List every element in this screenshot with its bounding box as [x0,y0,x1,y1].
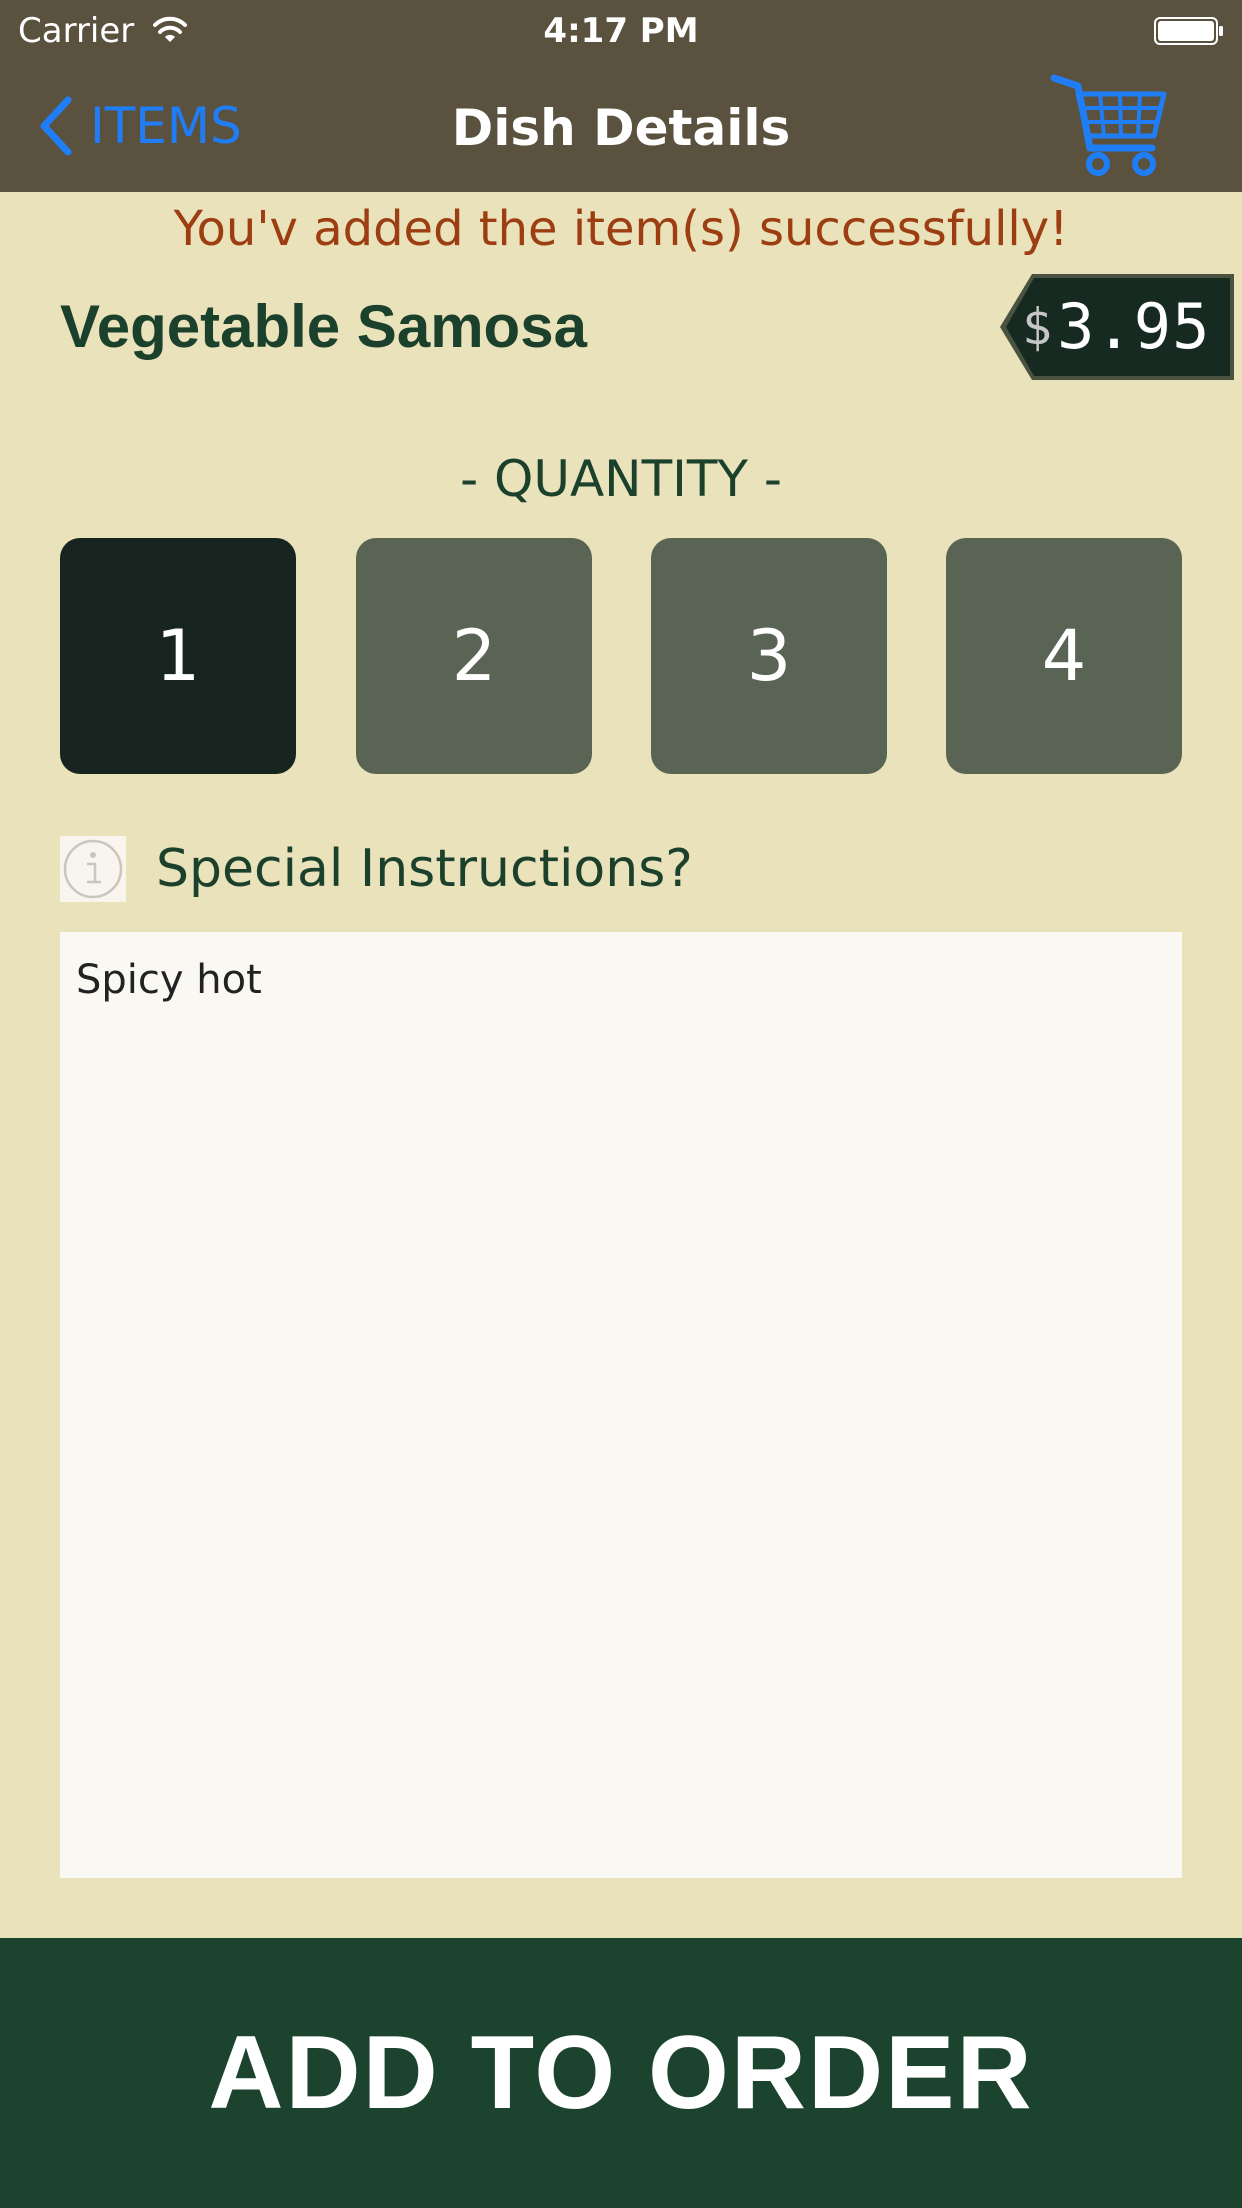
status-bar: Carrier 4:17 PM [0,0,1242,62]
battery-icon [1154,17,1223,45]
cart-icon [1050,74,1167,176]
currency-symbol: $ [1022,298,1054,356]
navigation-bar: ITEMS Dish Details [0,62,1242,192]
success-message: You'v added the item(s) successfully! [173,201,1069,257]
quantity-option-2[interactable]: 2 [356,538,592,774]
info-icon[interactable] [60,836,126,902]
special-instructions-input[interactable]: Spicy hot [60,932,1182,1878]
quantity-option-4[interactable]: 4 [946,538,1182,774]
status-time: 4:17 PM [543,11,699,51]
dish-name: Vegetable Samosa [60,293,587,360]
add-to-order-button[interactable]: ADD TO ORDER [0,1938,1242,2208]
quantity-option-3[interactable]: 3 [651,538,887,774]
price-amount: 3.95 [1057,290,1211,363]
quantity-option-1[interactable]: 1 [60,538,296,774]
special-instructions-label: Special Instructions? [156,839,693,899]
quantity-label: - QUANTITY - [460,450,782,508]
price-value: $ 3.95 [1016,290,1240,364]
cart-button[interactable] [1048,70,1170,182]
